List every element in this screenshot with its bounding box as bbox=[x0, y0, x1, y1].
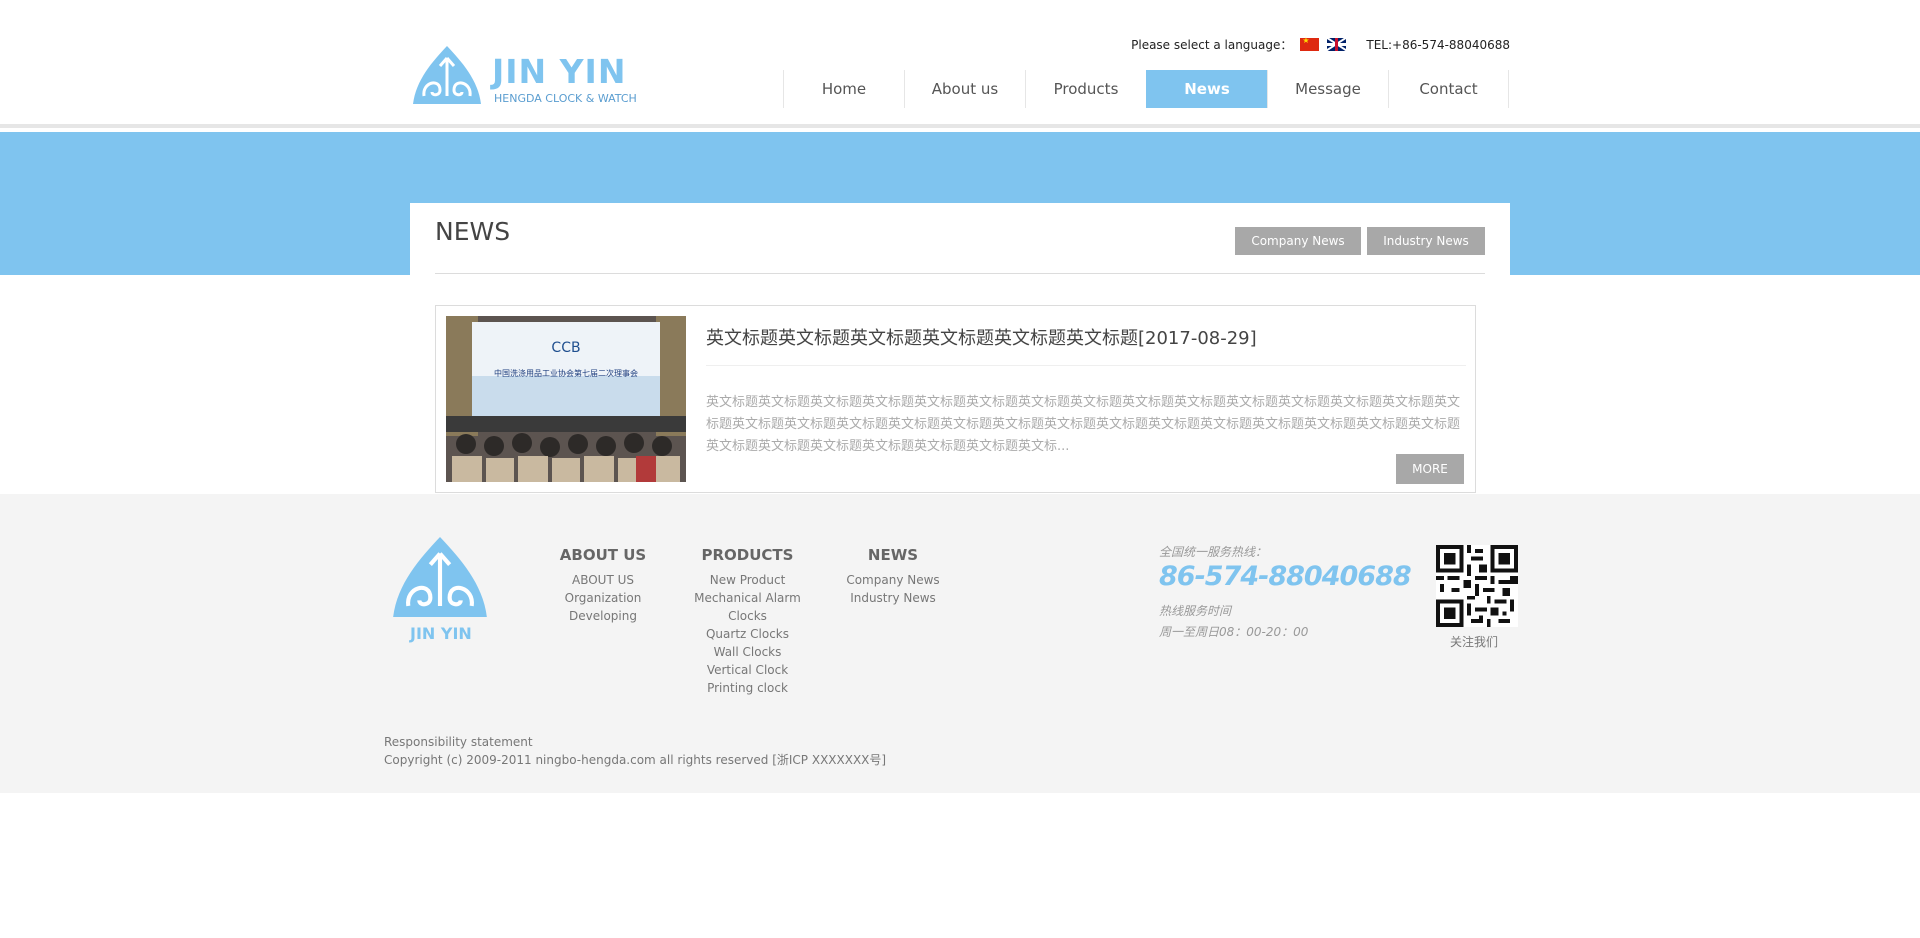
site-logo[interactable]: JIN YIN HENGDA CLOCK & WATCH bbox=[410, 44, 650, 108]
news-title-link[interactable]: 英文标题英文标题英文标题英文标题英文标题英文标题[2017-08-29] bbox=[706, 324, 1257, 350]
divider bbox=[706, 365, 1466, 366]
nav-contact[interactable]: Contact bbox=[1388, 70, 1509, 108]
more-button[interactable]: MORE bbox=[1396, 454, 1464, 484]
qr-label: 关注我们 bbox=[1450, 635, 1499, 649]
qr-code-icon bbox=[1436, 545, 1518, 627]
footer-heading-news: NEWS bbox=[867, 546, 919, 564]
footer-link-organization[interactable]: Organization bbox=[558, 589, 648, 607]
logo-icon bbox=[393, 537, 487, 617]
header-tel: TEL:+86-574-88040688 bbox=[1366, 37, 1510, 52]
hotline-number: 86-574-88040688 bbox=[1159, 561, 1412, 592]
logo-subtitle: HENGDA CLOCK & WATCH bbox=[494, 92, 637, 105]
news-panel: NEWS Company News Industry News CCB 中国洗涤… bbox=[410, 203, 1510, 493]
footer-link-about-us[interactable]: ABOUT US bbox=[558, 571, 648, 589]
hotline-label: 全国统一服务热线： bbox=[1159, 545, 1268, 559]
page-title: NEWS bbox=[435, 217, 511, 246]
svg-text:CCB: CCB bbox=[551, 340, 580, 356]
copyright-text: Copyright (c) 2009-2011 ningbo-hengda.co… bbox=[384, 753, 887, 767]
footer-column-news: NEWS Company News Industry News bbox=[838, 546, 948, 607]
footer-link-vertical-clock[interactable]: Vertical Clock bbox=[690, 661, 805, 679]
english-flag-icon[interactable] bbox=[1327, 38, 1347, 51]
language-prompt: Please select a language： bbox=[1131, 38, 1293, 52]
footer-link-printing-clock[interactable]: Printing clock bbox=[690, 679, 805, 697]
hotline-hours: 周一至周日08：00-20：00 bbox=[1159, 625, 1309, 639]
news-summary: 英文标题英文标题英文标题英文标题英文标题英文标题英文标题英文标题英文标题英文标题… bbox=[706, 395, 1461, 454]
company-news-button[interactable]: Company News bbox=[1235, 227, 1361, 255]
main-nav: Home About us Products News Message Cont… bbox=[783, 70, 1509, 108]
logo-icon bbox=[413, 46, 481, 104]
nav-home[interactable]: Home bbox=[783, 70, 904, 108]
news-list-item: CCB 中国洗涤用品工业协会第七届二次理事会 英文标题英文标题英文标题英文标题英… bbox=[435, 305, 1476, 493]
hotline-hours-label: 热线服务时间 bbox=[1159, 604, 1232, 618]
footer-column-about: ABOUT US ABOUT US Organization Developin… bbox=[558, 546, 648, 625]
conference-photo-icon: CCB 中国洗涤用品工业协会第七届二次理事会 bbox=[446, 316, 686, 482]
nav-message[interactable]: Message bbox=[1267, 70, 1388, 108]
footer-link-wall-clocks[interactable]: Wall Clocks bbox=[690, 643, 805, 661]
footer-link-company-news[interactable]: Company News bbox=[838, 571, 948, 589]
divider bbox=[435, 273, 1485, 274]
chinese-flag-icon[interactable] bbox=[1300, 36, 1320, 51]
site-header: JIN YIN HENGDA CLOCK & WATCH Please sele… bbox=[0, 0, 1920, 128]
nav-about-us[interactable]: About us bbox=[904, 70, 1025, 108]
responsibility-statement-link[interactable]: Responsibility statement bbox=[384, 733, 886, 751]
language-bar: Please select a language： TEL:+86-574-88… bbox=[1131, 36, 1510, 53]
footer-column-products: PRODUCTS New Product Mechanical Alarm Cl… bbox=[690, 546, 805, 697]
logo-name: JIN YIN bbox=[492, 52, 627, 91]
nav-news[interactable]: News bbox=[1146, 70, 1267, 108]
site-footer: JIN YIN ABOUT US ABOUT US Organization D… bbox=[0, 494, 1920, 793]
legal-block: Responsibility statement Copyright (c) 2… bbox=[384, 733, 886, 769]
footer-link-industry-news[interactable]: Industry News bbox=[838, 589, 948, 607]
news-thumbnail[interactable]: CCB 中国洗涤用品工业协会第七届二次理事会 bbox=[446, 316, 686, 482]
industry-news-button[interactable]: Industry News bbox=[1367, 227, 1485, 255]
photo-caption: 中国洗涤用品工业协会第七届二次理事会 bbox=[494, 368, 638, 378]
footer-link-mechanical-alarm-clocks[interactable]: Mechanical Alarm Clocks bbox=[690, 589, 805, 625]
footer-heading-about: ABOUT US bbox=[559, 546, 647, 564]
nav-products[interactable]: Products bbox=[1025, 70, 1146, 108]
footer-logo-name: JIN YIN bbox=[410, 624, 472, 643]
footer-link-new-product[interactable]: New Product bbox=[690, 571, 805, 589]
footer-heading-products: PRODUCTS bbox=[701, 546, 794, 564]
hotline-block: 全国统一服务热线： 86-574-88040688 热线服务时间 周一至周日08… bbox=[1159, 543, 1412, 640]
footer-link-developing[interactable]: Developing bbox=[558, 607, 648, 625]
footer-link-quartz-clocks[interactable]: Quartz Clocks bbox=[690, 625, 805, 643]
